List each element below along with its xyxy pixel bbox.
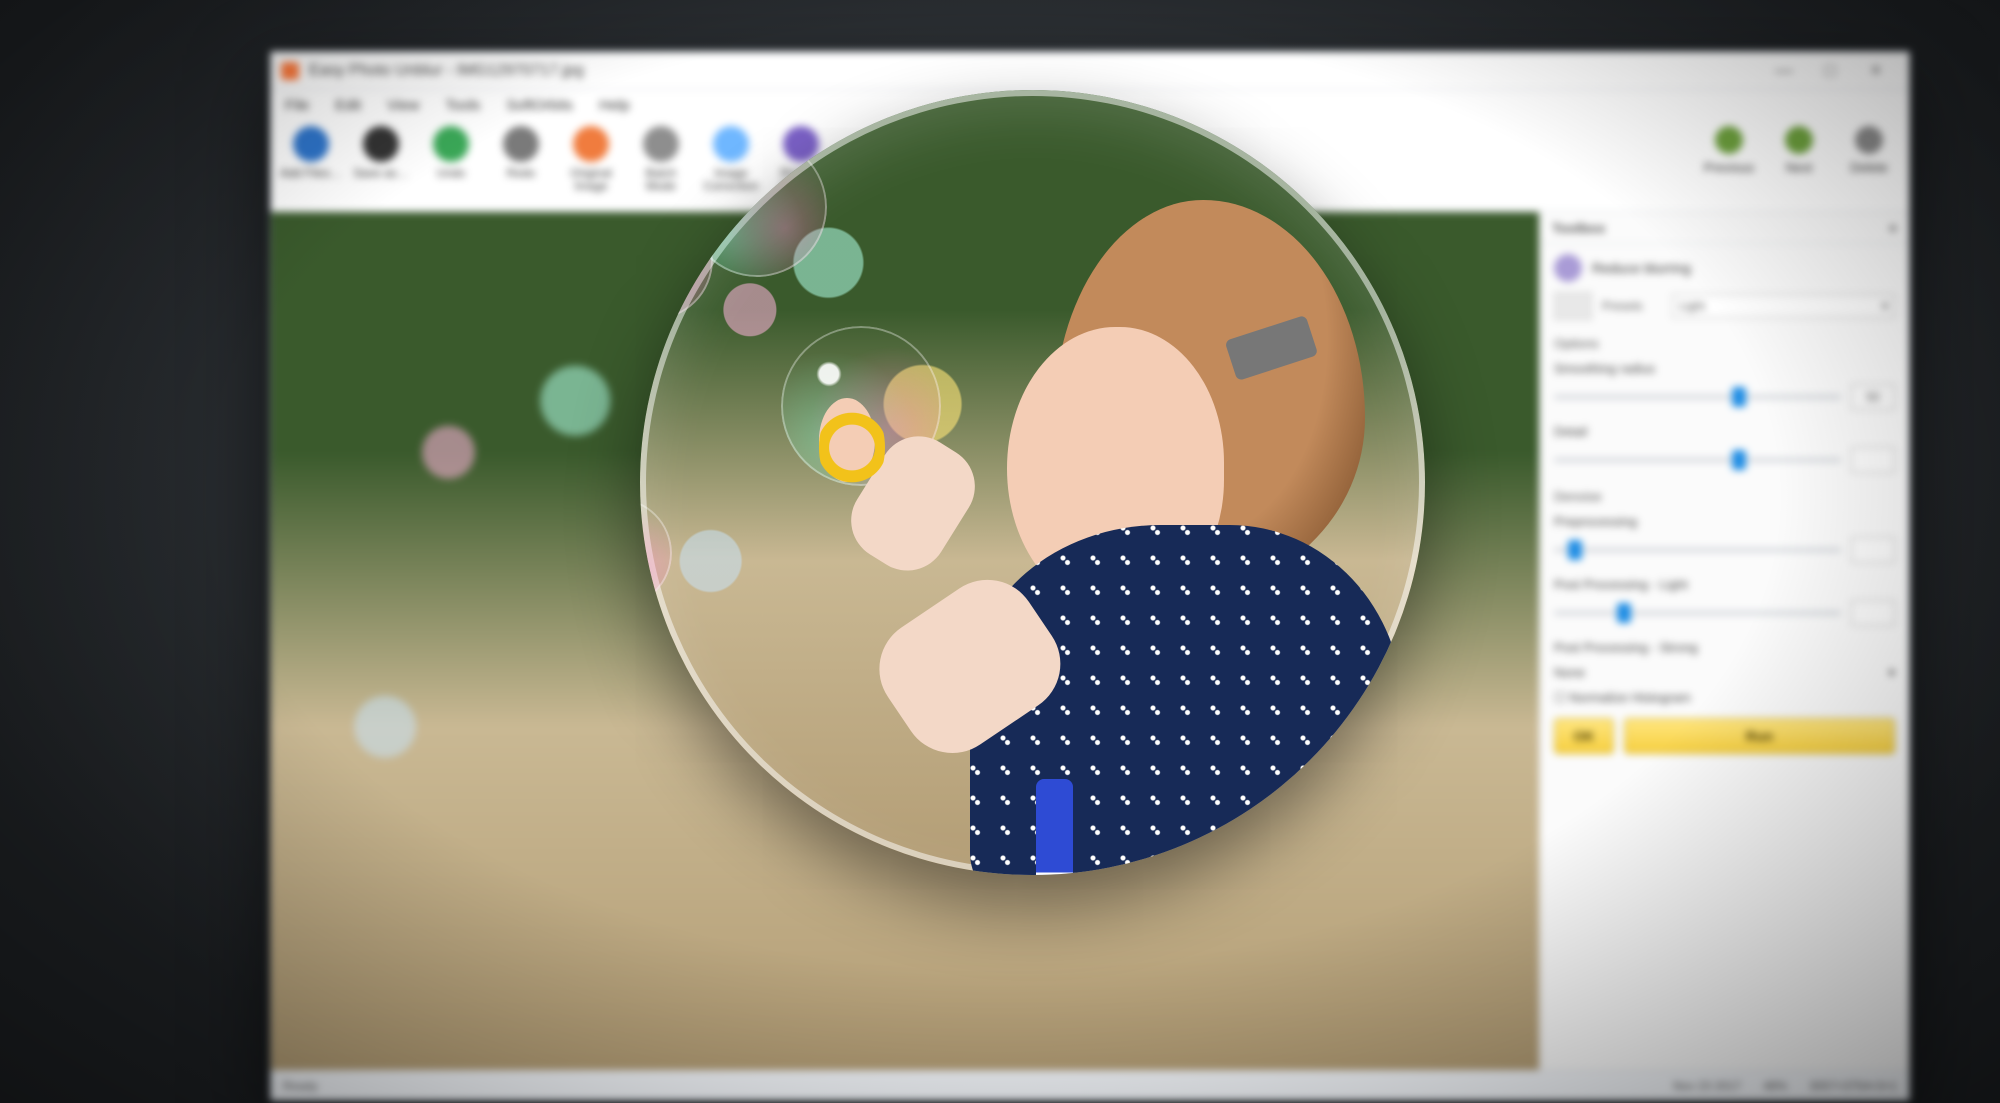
tool-batch-mode[interactable]: Batch Mode [629, 126, 693, 193]
nav-next[interactable]: Next [1767, 126, 1831, 175]
denoise-group-title: Denoise [1554, 489, 1895, 504]
status-zoom: 48% [1763, 1079, 1787, 1093]
nav-label: Next [1786, 160, 1813, 175]
toolbox-header: Toolbox × [1540, 212, 1909, 244]
tool-label: Save as… [353, 167, 408, 180]
label-none: None ▾ [1554, 665, 1895, 680]
tool-label: Original Image [559, 167, 623, 193]
photo-subject [970, 200, 1425, 875]
preset-select[interactable]: Light ▾ [1672, 294, 1895, 318]
postlight-slider[interactable] [1554, 611, 1841, 615]
label-poststrong: Post Processing - Strong [1554, 640, 1895, 655]
run-button[interactable]: Run [1624, 718, 1895, 754]
minimize-button[interactable]: — [1761, 60, 1807, 81]
ok-button[interactable]: OK [1554, 718, 1614, 754]
current-tool-row: Reduce blurring [1554, 254, 1895, 282]
tool-label: Batch Mode [629, 167, 693, 193]
postlight-value-box[interactable] [1851, 600, 1895, 626]
tool-label: Undo [437, 167, 466, 180]
tool-label: Redo [507, 167, 536, 180]
slider-thumb[interactable] [1568, 540, 1582, 560]
slider-thumb[interactable] [1732, 387, 1746, 407]
slider-row-pre [1554, 537, 1895, 563]
nav-previous[interactable]: Previous [1697, 126, 1761, 175]
original-image-icon [573, 126, 609, 162]
titlebar: Easy Photo Unblur - IMG12970717.jpg — □ … [271, 52, 1909, 90]
panel-buttons: OK Run [1540, 710, 1909, 768]
tool-original-image[interactable]: Original Image [559, 126, 623, 193]
options-group-title: Options [1554, 336, 1895, 351]
normalize-checkbox-row[interactable]: ☐ Normalize Histogram [1554, 690, 1895, 706]
tool-label: Add Files… [280, 167, 342, 180]
slider-row-detail [1554, 447, 1895, 473]
run-label: Run [1746, 728, 1773, 744]
add-files-icon [293, 126, 329, 162]
chevron-down-icon[interactable]: ▾ [1888, 665, 1895, 681]
normalize-label: Normalize Histogram [1569, 690, 1690, 705]
nav-label: Previous [1704, 160, 1755, 175]
tool-add-files[interactable]: Add Files… [279, 126, 343, 180]
none-label: None [1554, 665, 1585, 680]
slider-label-smoothing: Smoothing radius [1554, 361, 1895, 376]
preset-label: Presets [1602, 299, 1662, 313]
window-title: Easy Photo Unblur - IMG12970717.jpg [309, 62, 1761, 80]
slider-label-postlight: Post Processing - Light [1554, 577, 1895, 592]
close-button[interactable]: × [1853, 60, 1899, 81]
ok-label: OK [1574, 728, 1595, 744]
slider-row-postlight [1554, 600, 1895, 626]
bubble-tube-shape [1036, 779, 1074, 875]
menu-file[interactable]: File [285, 97, 309, 114]
batch-icon [643, 126, 679, 162]
tool-save-as[interactable]: Save as… [349, 126, 413, 180]
nav-label: Delete [1850, 160, 1888, 175]
menu-softorbits[interactable]: SoftOrbits [506, 97, 573, 114]
redo-icon [503, 126, 539, 162]
status-date: Nov 23 2017 [1673, 1079, 1741, 1093]
chevron-down-icon: ▾ [1882, 299, 1888, 313]
smoothing-slider[interactable] [1554, 395, 1841, 399]
bubble-icon [640, 498, 672, 608]
bubble-wand-shape [819, 398, 885, 497]
preprocessing-value-box[interactable] [1851, 537, 1895, 563]
toolbox-title: Toolbox [1552, 220, 1605, 236]
preset-value: Light [1679, 299, 1705, 313]
reduce-blurring-small-icon [1554, 254, 1582, 282]
app-icon [281, 62, 299, 80]
slider-thumb[interactable] [1617, 603, 1631, 623]
previous-icon [1715, 126, 1743, 154]
slider-thumb[interactable] [1732, 450, 1746, 470]
preprocessing-slider[interactable] [1554, 548, 1841, 552]
current-tool-name: Reduce blurring [1592, 260, 1691, 276]
preset-thumb-icon [1554, 292, 1592, 320]
next-icon [1785, 126, 1813, 154]
detail-value-box[interactable] [1851, 447, 1895, 473]
smoothing-value-box[interactable]: 50 [1851, 384, 1895, 410]
bubble-icon [687, 137, 827, 277]
preset-row: Presets Light ▾ [1554, 292, 1895, 320]
toolbox-close-icon[interactable]: × [1889, 220, 1897, 236]
detail-slider[interactable] [1554, 458, 1841, 462]
status-ready: Ready [283, 1079, 318, 1093]
slider-row-smoothing: 50 [1554, 384, 1895, 410]
slider-label-pre: Preprocessing [1554, 514, 1895, 529]
menu-tools[interactable]: Tools [445, 97, 480, 114]
tool-undo[interactable]: Undo [419, 126, 483, 180]
tool-redo[interactable]: Redo [489, 126, 553, 180]
checkbox-icon[interactable]: ☐ [1554, 690, 1569, 705]
statusbar: Ready Nov 23 2017 48% 3057×3754×3×1 [271, 1070, 1909, 1100]
save-icon [363, 126, 399, 162]
status-dims: 3057×3754×3×1 [1809, 1079, 1897, 1093]
menu-edit[interactable]: Edit [335, 97, 361, 114]
slider-label-detail: Detail [1554, 424, 1895, 439]
nav-delete[interactable]: Delete [1837, 126, 1901, 175]
toolbox-panel: Toolbox × Reduce blurring Presets Light … [1539, 212, 1909, 1070]
undo-icon [433, 126, 469, 162]
maximize-button[interactable]: □ [1807, 60, 1853, 81]
magnifier-lens [640, 90, 1425, 875]
delete-icon [1855, 126, 1883, 154]
menu-view[interactable]: View [387, 97, 419, 114]
menu-help[interactable]: Help [599, 97, 630, 114]
